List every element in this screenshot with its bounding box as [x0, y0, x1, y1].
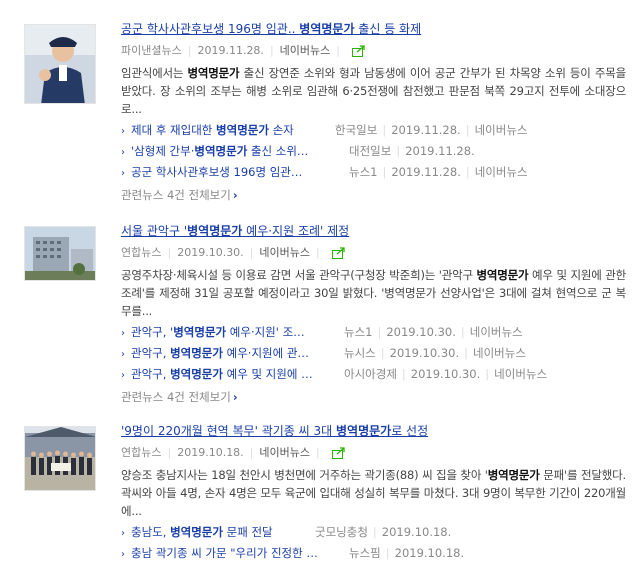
article-info: 연합뉴스 | 2019.10.30. | 네이버뉴스 |: [121, 244, 626, 262]
article-title[interactable]: 서울 관악구 '병역명문가 예우·지원 조례' 제정: [121, 222, 421, 240]
related-news-item: › 충남 곽기종 씨 가문 "우리가 진정한 … 뉴스핌 | 2019.10.18.: [121, 543, 626, 564]
article-date: 2019.11.28.: [197, 44, 264, 57]
related-title[interactable]: 관악구, 병역명문가 예우·지원에 관…: [131, 343, 336, 364]
arrow-icon: ›: [121, 549, 125, 560]
naver-news-link[interactable]: 네이버뉴스: [280, 44, 331, 57]
related-date: 2019.11.28.: [391, 165, 461, 179]
related-date: 2019.10.30.: [386, 325, 456, 339]
related-naver-link[interactable]: 네이버뉴스: [475, 165, 528, 179]
related-news-more-link[interactable]: 관련뉴스 4건 전체보기 ›: [121, 185, 626, 205]
arrow-icon: ›: [121, 528, 125, 539]
related-press[interactable]: 굿모닝충청: [315, 522, 368, 543]
related-naver-link[interactable]: 네이버뉴스: [475, 123, 528, 137]
related-date: 2019.10.18.: [381, 525, 452, 539]
article-date: 2019.10.30.: [177, 246, 244, 259]
related-news-item: › 관악구, '병역명문가 예우·지원' 조… 뉴스1 | 2019.10.30. | 네이…: [121, 322, 626, 343]
article-thumbnail[interactable]: [24, 24, 96, 104]
article-summary: 양승조 충남지사는 18일 천안시 병천면에 거주하는 곽기종(88) 씨 집을…: [121, 468, 626, 518]
related-press[interactable]: 대전일보: [349, 141, 391, 162]
related-news-item: › 제대 후 재입대한 병역명문가 손자 한국일보 | 2019.11.28. | 네이버뉴…: [121, 120, 626, 141]
related-news-item: › 관악구, 병역명문가 예우 및 지원에 … 아시아경제 | 2019.10.30. |…: [121, 364, 626, 385]
related-title[interactable]: 충남 곽기종 씨 가문 "우리가 진정한 …: [131, 543, 341, 564]
article-summary: 공영주차장·체육시설 등 이용료 감면 서울 관악구(구청장 박준희)는 '관악…: [121, 268, 626, 318]
related-news-item: › 충남도, 병역명문가 문패 전달 굿모닝충청 | 2019.10.18.: [121, 522, 626, 543]
naver-news-link[interactable]: 네이버뉴스: [259, 246, 310, 259]
related-naver-link[interactable]: 네이버뉴스: [494, 367, 547, 381]
related-date: 2019.11.28.: [391, 123, 461, 137]
article-info: 연합뉴스 | 2019.10.18. | 네이버뉴스 |: [121, 444, 626, 462]
related-title[interactable]: 관악구, 병역명문가 예우 및 지원에 …: [131, 364, 336, 385]
share-icon[interactable]: [331, 447, 346, 459]
arrow-icon: ›: [121, 147, 125, 158]
related-news-item: › '삼형제 간부·병역명문가 출신 소위… 대전일보 | 2019.11.28.: [121, 141, 626, 162]
related-title[interactable]: 관악구, '병역명문가 예우·지원' 조…: [131, 322, 336, 343]
related-news-more-link[interactable]: 관련뉴스 4건 전체보기 ›: [121, 387, 626, 407]
article-summary: 임관식에서는 병역명문가 출신 장연준 소위와 형과 남동생에 이어 공군 간부…: [121, 66, 626, 116]
related-press[interactable]: 뉴스1: [344, 322, 372, 343]
arrow-icon: ›: [121, 370, 125, 381]
article-title[interactable]: '9명이 220개월 현역 복무' 곽기종 씨 3대 병역명문가로 선정: [121, 422, 521, 440]
related-date: 2019.10.30.: [389, 346, 460, 360]
related-press[interactable]: 뉴시스: [344, 343, 376, 364]
related-press[interactable]: 아시아경제: [344, 364, 397, 385]
share-icon[interactable]: [351, 45, 366, 57]
related-news-item: › 관악구, 병역명문가 예우·지원에 관… 뉴시스 | 2019.10.30. | 네이버…: [121, 343, 626, 364]
related-naver-link[interactable]: 네이버뉴스: [470, 325, 523, 339]
article-info: 파이낸셜뉴스 | 2019.11.28. | 네이버뉴스 |: [121, 42, 626, 60]
related-press[interactable]: 뉴스1: [349, 162, 377, 183]
naver-news-link[interactable]: 네이버뉴스: [259, 446, 310, 459]
article-date: 2019.10.18.: [177, 446, 244, 459]
related-date: 2019.10.18.: [394, 546, 465, 560]
article-title[interactable]: 공군 학사사관후보생 196명 임관.. 병역명문가 출신 등 화제: [121, 20, 481, 38]
related-news: › 제대 후 재입대한 병역명문가 손자 한국일보 | 2019.11.28. | 네이버뉴…: [121, 120, 626, 183]
related-news-item: › 공군 학사사관후보생 196명 임관… 뉴스1 | 2019.11.28. | 네이버뉴…: [121, 162, 626, 183]
press-name[interactable]: 연합뉴스: [121, 246, 161, 259]
related-news: › 충남도, 병역명문가 문패 전달 굿모닝충청 | 2019.10.18. › 충남 곽…: [121, 522, 626, 564]
press-name[interactable]: 파이낸셜뉴스: [121, 44, 182, 57]
related-title[interactable]: 공군 학사사관후보생 196명 임관…: [131, 162, 341, 183]
related-news: › 관악구, '병역명문가 예우·지원' 조… 뉴스1 | 2019.10.30. | 네이…: [121, 322, 626, 385]
arrow-icon: ›: [121, 349, 125, 360]
arrow-icon: ›: [121, 328, 125, 339]
related-date: 2019.11.28.: [405, 144, 475, 158]
related-title[interactable]: 제대 후 재입대한 병역명문가 손자: [131, 120, 327, 141]
related-title[interactable]: 충남도, 병역명문가 문패 전달: [131, 522, 307, 543]
related-press[interactable]: 한국일보: [335, 120, 377, 141]
related-naver-link[interactable]: 네이버뉴스: [473, 346, 526, 360]
related-title[interactable]: '삼형제 간부·병역명문가 출신 소위…: [131, 141, 341, 162]
related-date: 2019.10.30.: [410, 367, 481, 381]
arrow-icon: ›: [121, 168, 125, 179]
article-thumbnail[interactable]: [24, 226, 96, 281]
arrow-icon: ›: [121, 126, 125, 137]
article-thumbnail[interactable]: [24, 426, 96, 491]
share-icon[interactable]: [331, 247, 346, 259]
press-name[interactable]: 연합뉴스: [121, 446, 161, 459]
related-press[interactable]: 뉴스핌: [349, 543, 381, 564]
